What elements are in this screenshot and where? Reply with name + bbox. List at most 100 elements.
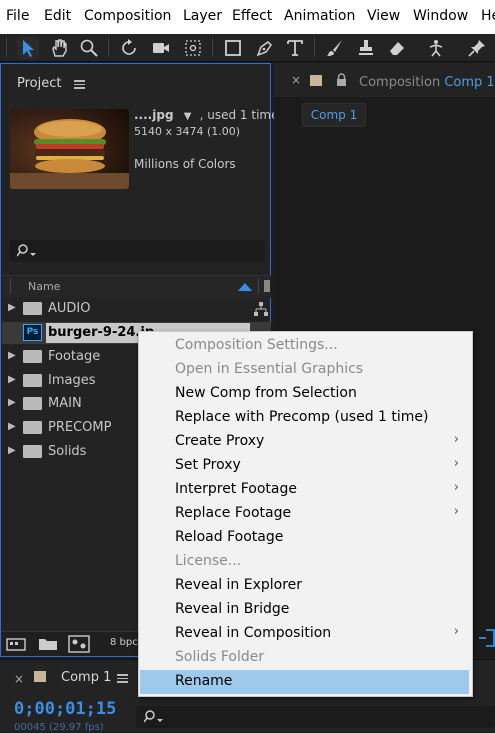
menu-item-rename[interactable]: Rename <box>140 670 469 694</box>
menu-view[interactable]: View <box>367 8 400 24</box>
menu-item-reveal-in-bridge[interactable]: Reveal in Bridge <box>140 598 469 622</box>
folder-icon <box>23 445 42 458</box>
lock-icon[interactable] <box>336 73 347 87</box>
toolbar-separator <box>314 38 315 57</box>
composition-flowchart-icon[interactable] <box>478 629 495 647</box>
menu-item-solids-folder: Solids Folder <box>140 646 469 670</box>
folder-icon <box>23 397 42 410</box>
menu-item-replace-footage[interactable]: Replace Footage › <box>140 502 469 526</box>
menu-item-new-comp-from-selection[interactable]: New Comp from Selection <box>140 382 469 406</box>
rectangle-tool-icon[interactable] <box>222 37 244 59</box>
item-label: Footage <box>48 349 101 364</box>
menu-effect[interactable]: Effect <box>232 8 272 24</box>
timeline-search-input[interactable] <box>136 706 495 728</box>
menu-item-reload-footage[interactable]: Reload Footage <box>140 526 469 550</box>
flowchart-icon[interactable] <box>253 301 269 317</box>
column-name-label: Name <box>28 280 61 293</box>
composition-color-swatch <box>310 75 322 86</box>
footage-usage: , used 1 time <box>199 108 279 122</box>
expand-arrow-icon[interactable]: ▶ <box>8 302 16 313</box>
folder-icon <box>23 350 42 363</box>
project-tab-label[interactable]: Project <box>17 76 61 91</box>
composition-navigator-tab[interactable]: Comp 1 <box>302 103 366 127</box>
name-column-header[interactable]: Name <box>2 275 271 298</box>
bit-depth-label[interactable]: 8 bpc <box>110 637 138 648</box>
close-tab-icon[interactable]: × <box>291 73 301 87</box>
current-time-display[interactable]: 0;00;01;15 <box>14 699 116 719</box>
menu-item-label: Set Proxy <box>175 457 241 473</box>
footage-filename: ....jpg <box>134 108 174 122</box>
menu-item-create-proxy[interactable]: Create Proxy › <box>140 430 469 454</box>
menu-animation[interactable]: Animation <box>284 8 355 24</box>
footage-dropdown-icon[interactable]: ▼ <box>184 111 192 122</box>
context-menu: Composition Settings... Open in Essentia… <box>138 331 473 697</box>
toolbar-separator <box>212 38 213 57</box>
menu-layer[interactable]: Layer <box>183 8 222 24</box>
expand-arrow-icon[interactable]: ▶ <box>8 350 16 361</box>
panel-menu-icon[interactable] <box>117 672 128 685</box>
composition-color-swatch <box>34 671 46 682</box>
close-tab-icon[interactable]: × <box>14 672 24 686</box>
search-icon <box>17 244 36 257</box>
footage-thumbnail <box>10 109 129 189</box>
selection-tool-icon[interactable] <box>17 37 39 59</box>
label-column-icon[interactable] <box>264 280 270 292</box>
roto-brush-tool-icon[interactable] <box>425 37 447 59</box>
submenu-chevron-icon: › <box>453 624 459 639</box>
expand-arrow-icon[interactable]: ▶ <box>8 397 16 408</box>
list-item[interactable]: ▶ AUDIO <box>2 298 271 320</box>
project-search-input[interactable] <box>9 240 265 262</box>
menu-file[interactable]: File <box>6 8 29 24</box>
brush-tool-icon[interactable] <box>324 37 346 59</box>
menu-item-reveal-in-explorer[interactable]: Reveal in Explorer <box>140 574 469 598</box>
toolbar-separator <box>108 38 109 57</box>
timeline-tab-label[interactable]: Comp 1 <box>61 670 111 685</box>
menu-bar: File Edit Composition Layer Effect Anima… <box>0 0 495 34</box>
new-composition-icon[interactable] <box>68 635 90 653</box>
menu-item-label: Open in Essential Graphics <box>175 361 364 377</box>
menu-composition[interactable]: Composition <box>84 8 171 24</box>
toolbar-grip <box>6 38 7 57</box>
menu-item-label: Solids Folder <box>175 649 265 665</box>
eraser-tool-icon[interactable] <box>386 37 408 59</box>
menu-item-label: New Comp from Selection <box>175 385 357 401</box>
expand-arrow-icon[interactable]: ▶ <box>8 374 16 385</box>
menu-item-label: License... <box>175 553 242 569</box>
interpret-footage-icon[interactable] <box>6 636 26 652</box>
footage-color-depth: Millions of Colors <box>134 157 236 171</box>
pen-tool-icon[interactable] <box>254 37 276 59</box>
menu-item-label: Reveal in Bridge <box>175 601 290 617</box>
folder-icon <box>23 302 42 315</box>
search-icon <box>144 710 163 723</box>
hand-tool-icon[interactable] <box>48 37 70 59</box>
submenu-chevron-icon: › <box>453 480 459 495</box>
rotate-tool-icon[interactable] <box>118 37 140 59</box>
new-folder-icon[interactable] <box>38 636 58 652</box>
camera-tool-icon[interactable] <box>150 37 172 59</box>
item-label: Images <box>48 373 96 388</box>
sort-ascending-icon[interactable] <box>238 282 252 291</box>
menu-help[interactable]: He <box>481 8 495 24</box>
puppet-pin-tool-icon[interactable] <box>466 37 488 59</box>
panel-menu-icon[interactable] <box>74 78 85 91</box>
menu-item-replace-with-precomp[interactable]: Replace with Precomp (used 1 time) <box>140 406 469 430</box>
pan-behind-tool-icon[interactable] <box>182 37 204 59</box>
menu-item-label: Interpret Footage <box>175 481 298 497</box>
expand-arrow-icon[interactable]: ▶ <box>8 421 16 432</box>
type-tool-icon[interactable] <box>284 37 306 59</box>
zoom-tool-icon[interactable] <box>78 37 100 59</box>
expand-arrow-icon[interactable]: ▶ <box>8 445 16 456</box>
menu-item-label: Reveal in Composition <box>175 625 332 641</box>
menu-item-label: Replace Footage <box>175 505 292 521</box>
submenu-chevron-icon: › <box>453 432 459 447</box>
clone-stamp-tool-icon[interactable] <box>355 37 377 59</box>
menu-item-reveal-in-composition[interactable]: Reveal in Composition › <box>140 622 469 646</box>
submenu-chevron-icon: › <box>453 456 459 471</box>
menu-item-set-proxy[interactable]: Set Proxy › <box>140 454 469 478</box>
footage-name: ....jpg ▼ , used 1 time <box>134 108 278 122</box>
menu-edit[interactable]: Edit <box>44 8 71 24</box>
composition-tab-name: Comp 1 <box>444 75 495 90</box>
menu-window[interactable]: Window <box>413 8 468 24</box>
menu-item-interpret-footage[interactable]: Interpret Footage › <box>140 478 469 502</box>
composition-tab-label[interactable]: Composition Comp 1 <box>359 75 495 90</box>
